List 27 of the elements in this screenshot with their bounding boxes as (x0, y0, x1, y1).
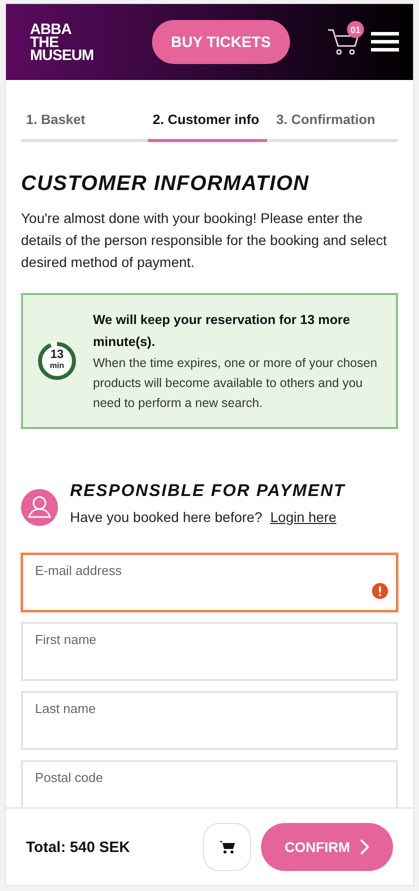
login-question: Have you booked here before? (70, 508, 262, 524)
total-price: Total: 540 SEK (26, 838, 130, 856)
notice-heading: We will keep your reservation for 13 more minute(s). (93, 311, 351, 351)
step-tab[interactable]: 3. Confirmation (271, 112, 398, 142)
user-icon (21, 489, 58, 526)
countdown-timer: 13 min (37, 341, 77, 381)
menu-icon[interactable] (371, 30, 399, 54)
input-field[interactable]: First name (21, 622, 398, 681)
notice-text: When the time expires, one or more of your chosen products will become available to others and you need to perform a new search. (93, 355, 378, 412)
intro-text: You're almost done with your booking! Please enter the details of the person responsible for the booking and select desired method of payment. (21, 209, 388, 272)
login-link[interactable]: Login here (270, 508, 336, 524)
section-title: RESPONSIBLE FOR PAYMENT (70, 480, 346, 500)
cart-icon[interactable] (327, 28, 361, 56)
page-title: CUSTOMER INFORMATION (21, 172, 310, 196)
cart-count-badge: 01 (347, 21, 364, 38)
chevron-right-icon (360, 839, 369, 855)
logo[interactable]: ABBA THE MUSEUM (30, 22, 110, 62)
input-field[interactable]: Last name (21, 691, 398, 750)
cart-icon (218, 840, 235, 854)
cart-button[interactable] (202, 823, 251, 871)
error-icon (372, 583, 388, 599)
input-field[interactable]: Postal code (21, 760, 398, 807)
buy-tickets-button[interactable]: BUY TICKETS (152, 20, 290, 64)
confirm-button[interactable]: CONFIRM (260, 823, 393, 871)
step-tab[interactable]: 1. Basket (21, 112, 148, 142)
input-field[interactable]: E-mail address (21, 553, 398, 612)
step-tab[interactable]: 2. Customer info (148, 112, 268, 142)
